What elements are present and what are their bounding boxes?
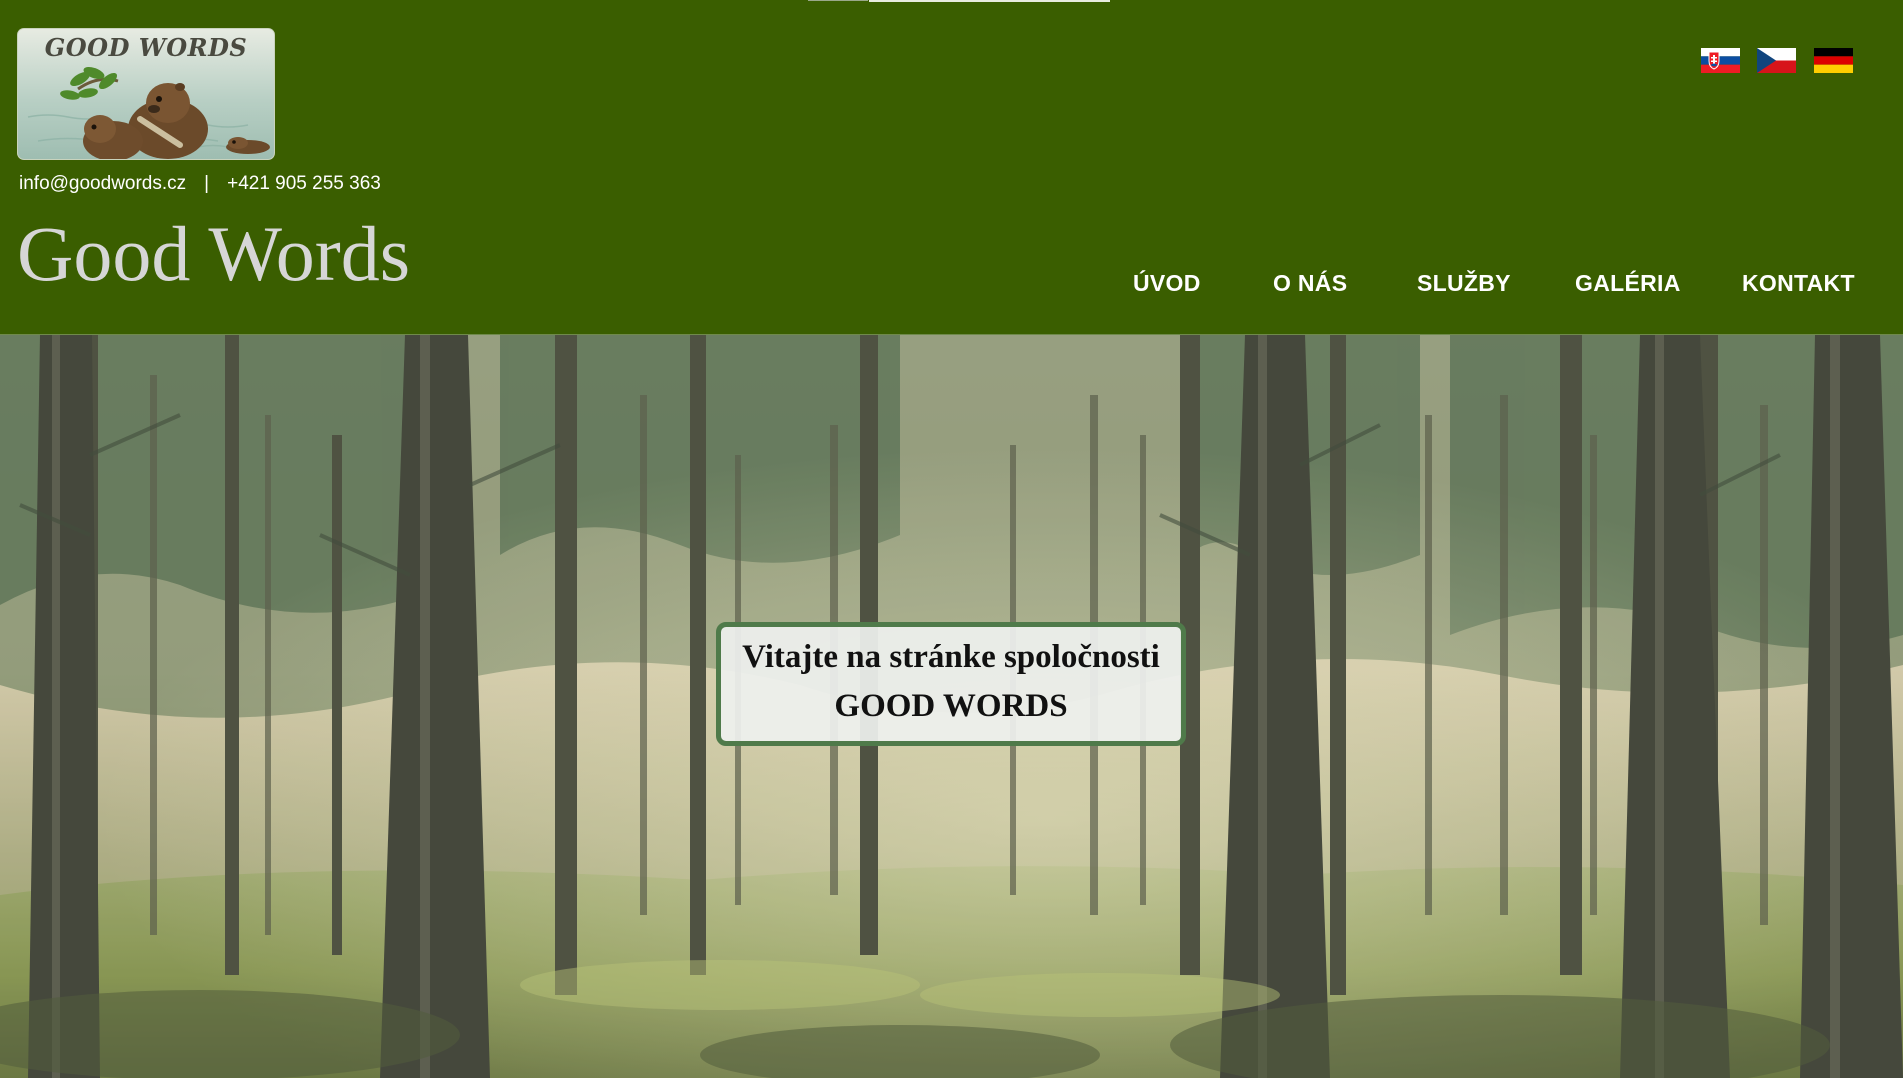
nav-item-kontakt[interactable]: KONTAKT	[1742, 270, 1855, 297]
logo-text: GOOD WORDS	[44, 33, 248, 62]
welcome-line-1: Vitajte na stránke spoločnosti	[742, 639, 1160, 675]
phone-link[interactable]: +421 905 255 363	[227, 173, 381, 194]
page: GOOD WORDS info@goodwords.cz | +421 905 25…	[0, 0, 1903, 1078]
top-edge-marker	[869, 0, 1110, 2]
slovak-flag-icon[interactable]	[1701, 48, 1740, 73]
logo[interactable]: GOOD WORDS	[18, 29, 274, 159]
welcome-line-2: GOOD WORDS	[834, 688, 1068, 724]
nav-item-galeria[interactable]: GALÉRIA	[1575, 270, 1681, 297]
site-title[interactable]: Good Words	[17, 208, 410, 300]
czech-flag-icon[interactable]	[1757, 48, 1796, 73]
hero-forest-image: Vitajte na stránke spoločnosti GOOD WORD…	[0, 335, 1903, 1078]
nav-item-sluzby[interactable]: SLUŽBY	[1417, 270, 1511, 297]
site-header: GOOD WORDS info@goodwords.cz | +421 905 25…	[0, 0, 1903, 335]
contact-separator: |	[204, 173, 210, 194]
email-link[interactable]: info@goodwords.cz	[19, 173, 186, 194]
nav-item-o-nas[interactable]: O NÁS	[1273, 270, 1347, 297]
german-flag-icon[interactable]	[1814, 48, 1853, 73]
top-edge-marker	[808, 0, 868, 1]
nav-item-uvod[interactable]: ÚVOD	[1133, 270, 1201, 297]
welcome-box: Vitajte na stránke spoločnosti GOOD WORD…	[716, 622, 1186, 746]
contact-info: info@goodwords.cz | +421 905 255 363	[19, 173, 381, 195]
